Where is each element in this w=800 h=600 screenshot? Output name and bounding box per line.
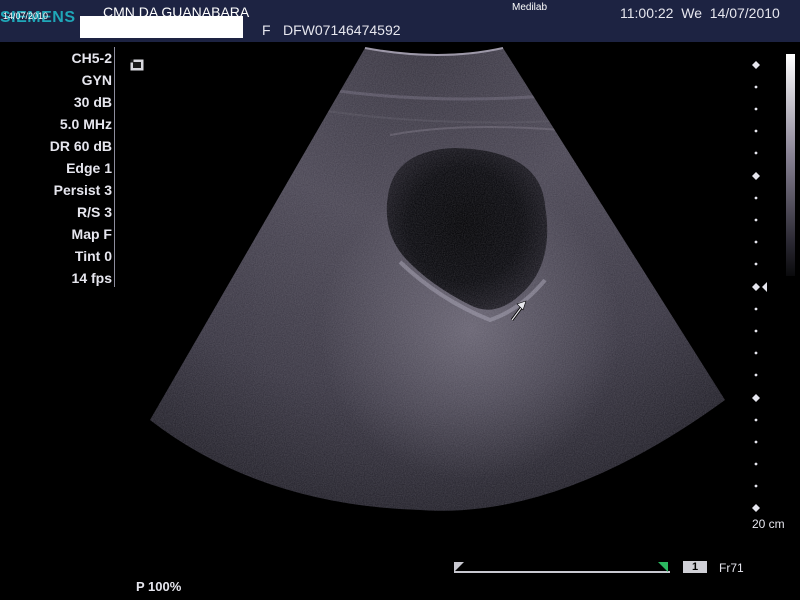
ultrasound-screen: SIEMENS 14/07/2010 CMN DA GUANABARA F DF… [0,0,800,600]
param-frame-rate: 14 fps [71,270,112,286]
param-persist: Persist 3 [53,182,112,198]
param-preset: GYN [81,72,112,88]
header-small-date: 14/07/2010 [3,11,49,21]
param-transducer: CH5-2 [71,50,112,66]
square-frame-icon [130,59,144,71]
patient-sex: F [262,22,271,38]
app-name: Medilab [512,2,548,13]
param-tint: Tint 0 [74,248,112,264]
cine-track [454,571,670,573]
param-edge: Edge 1 [66,160,112,176]
frame-label: Fr71 [719,561,744,575]
param-rs: R/S 3 [76,204,112,220]
depth-scale [752,61,767,512]
panel-divider [114,47,115,287]
param-gain: 30 dB [73,94,112,110]
power-readout: P 100% [136,579,182,594]
param-map: Map F [71,226,112,242]
param-frequency: 5.0 MHz [59,116,112,132]
cine-start-marker[interactable] [454,562,464,572]
depth-label: 20 cm [752,517,785,531]
header-bar: SIEMENS 14/07/2010 CMN DA GUANABARA F DF… [0,0,800,42]
date-time: 11:00:22 We 14/07/2010 [620,5,780,21]
parameter-panel: CH5-2 GYN 30 dB 5.0 MHz DR 60 dB Edge 1 … [0,47,112,289]
patient-id: DFW07146474592 [283,22,401,38]
cine-end-marker[interactable] [658,562,668,572]
grayscale-bar [786,54,795,276]
cine-slider[interactable] [454,562,674,576]
param-dynamic-range: DR 60 dB [49,138,112,154]
institution-name: CMN DA GUANABARA [103,4,250,20]
ultrasound-image [150,47,725,511]
frame-number-badge: 1 [683,561,707,573]
